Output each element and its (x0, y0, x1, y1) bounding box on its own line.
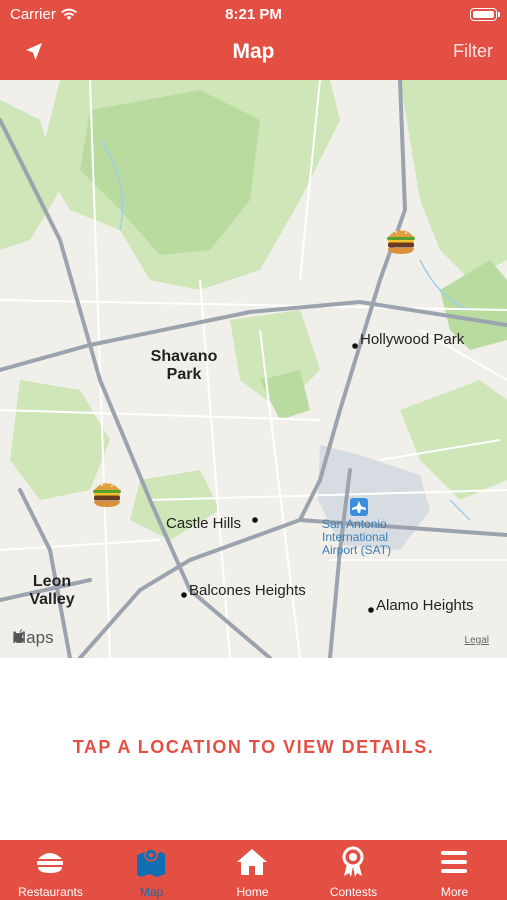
map-label-shavano-park: Shavano Park (148, 348, 220, 384)
legal-link[interactable]: Legal (465, 635, 489, 646)
tap-location-prompt: TAP A LOCATION TO VIEW DETAILS. (72, 737, 435, 757)
navigation-bar: Map Filter (0, 28, 507, 80)
map-label-balcones-heights: Balcones Heights (189, 582, 306, 599)
map-label-alamo-heights: Alamo Heights (376, 597, 474, 614)
tab-more[interactable]: More (404, 840, 505, 900)
tab-label: Home (236, 885, 269, 899)
map-label-leon: Leon (32, 573, 72, 590)
tab-bar: Restaurants Map Home Contests More (0, 840, 507, 900)
status-bar: Carrier 8:21 PM (0, 0, 507, 28)
map-icon (137, 848, 165, 877)
map-label-valley: Valley (29, 591, 75, 608)
ribbon-award-icon (342, 846, 364, 877)
map-label-leon-valley: Leon Valley (22, 573, 82, 609)
burger-pin[interactable] (384, 223, 418, 257)
tab-label: More (440, 885, 469, 899)
tab-map[interactable]: Map (101, 840, 202, 900)
tab-home[interactable]: Home (202, 840, 303, 900)
burger-pin[interactable] (90, 476, 124, 510)
map-label-airport-line3: Airport (SAT) (322, 543, 392, 557)
map-label-castle-hills: Castle Hills (166, 515, 242, 532)
battery-icon (470, 8, 500, 21)
filter-button[interactable]: Filter (453, 41, 493, 62)
map-label-hollywood-park: Hollywood Park (360, 331, 465, 348)
tab-label: Contests (329, 885, 378, 899)
map-view[interactable]: Hollywood Park Shavano Park Castle Hills… (0, 80, 507, 658)
home-icon (237, 849, 267, 875)
tab-label: Map (139, 885, 164, 899)
apple-logo-icon (14, 629, 24, 643)
status-time: 8:21 PM (225, 6, 282, 23)
tab-label: Restaurants (18, 885, 83, 899)
menu-icon (441, 851, 467, 873)
tab-contests[interactable]: Contests (303, 840, 404, 900)
maps-attribution: Maps (12, 628, 54, 648)
burger-icon (37, 853, 63, 873)
map-label-airport: San Antonio International Airport (SAT) (322, 518, 391, 557)
header: Carrier 8:21 PM Map Filter (0, 0, 507, 80)
page-title: Map (232, 40, 275, 63)
map-label-shavano: Shavano (150, 348, 218, 365)
map-label-park: Park (166, 366, 202, 383)
tab-restaurants[interactable]: Restaurants (0, 840, 101, 900)
map-canvas[interactable] (0, 80, 507, 658)
